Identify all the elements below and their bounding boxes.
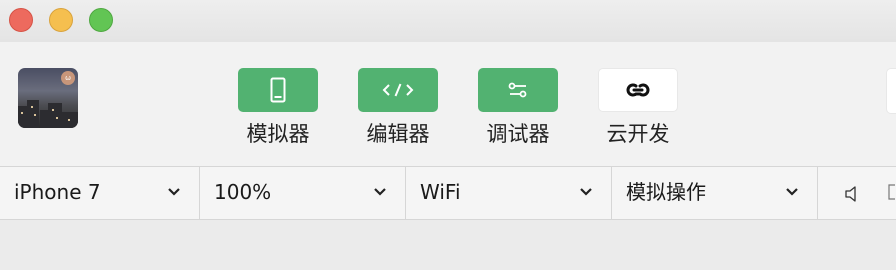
device-select[interactable]: iPhone 7 xyxy=(0,167,200,219)
zoom-select-value: 100% xyxy=(214,180,272,204)
simulate-operation-select[interactable]: 模拟操作 xyxy=(612,167,818,219)
phone-icon xyxy=(270,77,286,103)
code-icon xyxy=(382,83,414,97)
more-tool-button[interactable] xyxy=(886,68,896,114)
editor-button[interactable] xyxy=(358,68,438,112)
minimize-window-button[interactable] xyxy=(49,8,73,32)
cloud-link-icon xyxy=(626,83,650,97)
cloud-label: 云开发 xyxy=(606,122,670,146)
cloud-tool[interactable]: 云开发 xyxy=(598,68,678,148)
zoom-window-button[interactable] xyxy=(89,8,113,32)
user-avatar[interactable]: ω xyxy=(18,68,78,128)
simulator-tool[interactable]: 模拟器 xyxy=(238,68,318,148)
editor-tool[interactable]: 编辑器 xyxy=(358,68,438,148)
simulator-options-bar: iPhone 7 100% WiFi 模拟操作 xyxy=(0,166,896,220)
speaker-icon[interactable] xyxy=(844,185,860,203)
rotate-icon[interactable] xyxy=(885,183,896,203)
simulate-operation-value: 模拟操作 xyxy=(626,180,706,204)
debugger-label: 调试器 xyxy=(486,122,550,146)
main-toolbar: ω 模拟器 编辑器 调试器 云开发 xyxy=(0,42,896,166)
chevron-down-icon xyxy=(786,188,798,196)
editor-label: 编辑器 xyxy=(366,122,430,146)
chevron-down-icon xyxy=(168,188,180,196)
window-titlebar xyxy=(0,0,896,42)
chevron-down-icon xyxy=(580,188,592,196)
network-select[interactable]: WiFi xyxy=(406,167,612,219)
zoom-select[interactable]: 100% xyxy=(200,167,406,219)
network-select-value: WiFi xyxy=(420,180,461,204)
close-window-button[interactable] xyxy=(9,8,33,32)
device-select-value: iPhone 7 xyxy=(14,180,101,204)
simulator-label: 模拟器 xyxy=(246,122,310,146)
simulator-button[interactable] xyxy=(238,68,318,112)
debugger-tool[interactable]: 调试器 xyxy=(478,68,558,148)
avatar-badge-icon: ω xyxy=(61,71,75,85)
cloud-button[interactable] xyxy=(598,68,678,112)
debugger-button[interactable] xyxy=(478,68,558,112)
simulator-content-area xyxy=(0,220,896,270)
chevron-down-icon xyxy=(374,188,386,196)
debug-sliders-icon xyxy=(508,82,527,98)
